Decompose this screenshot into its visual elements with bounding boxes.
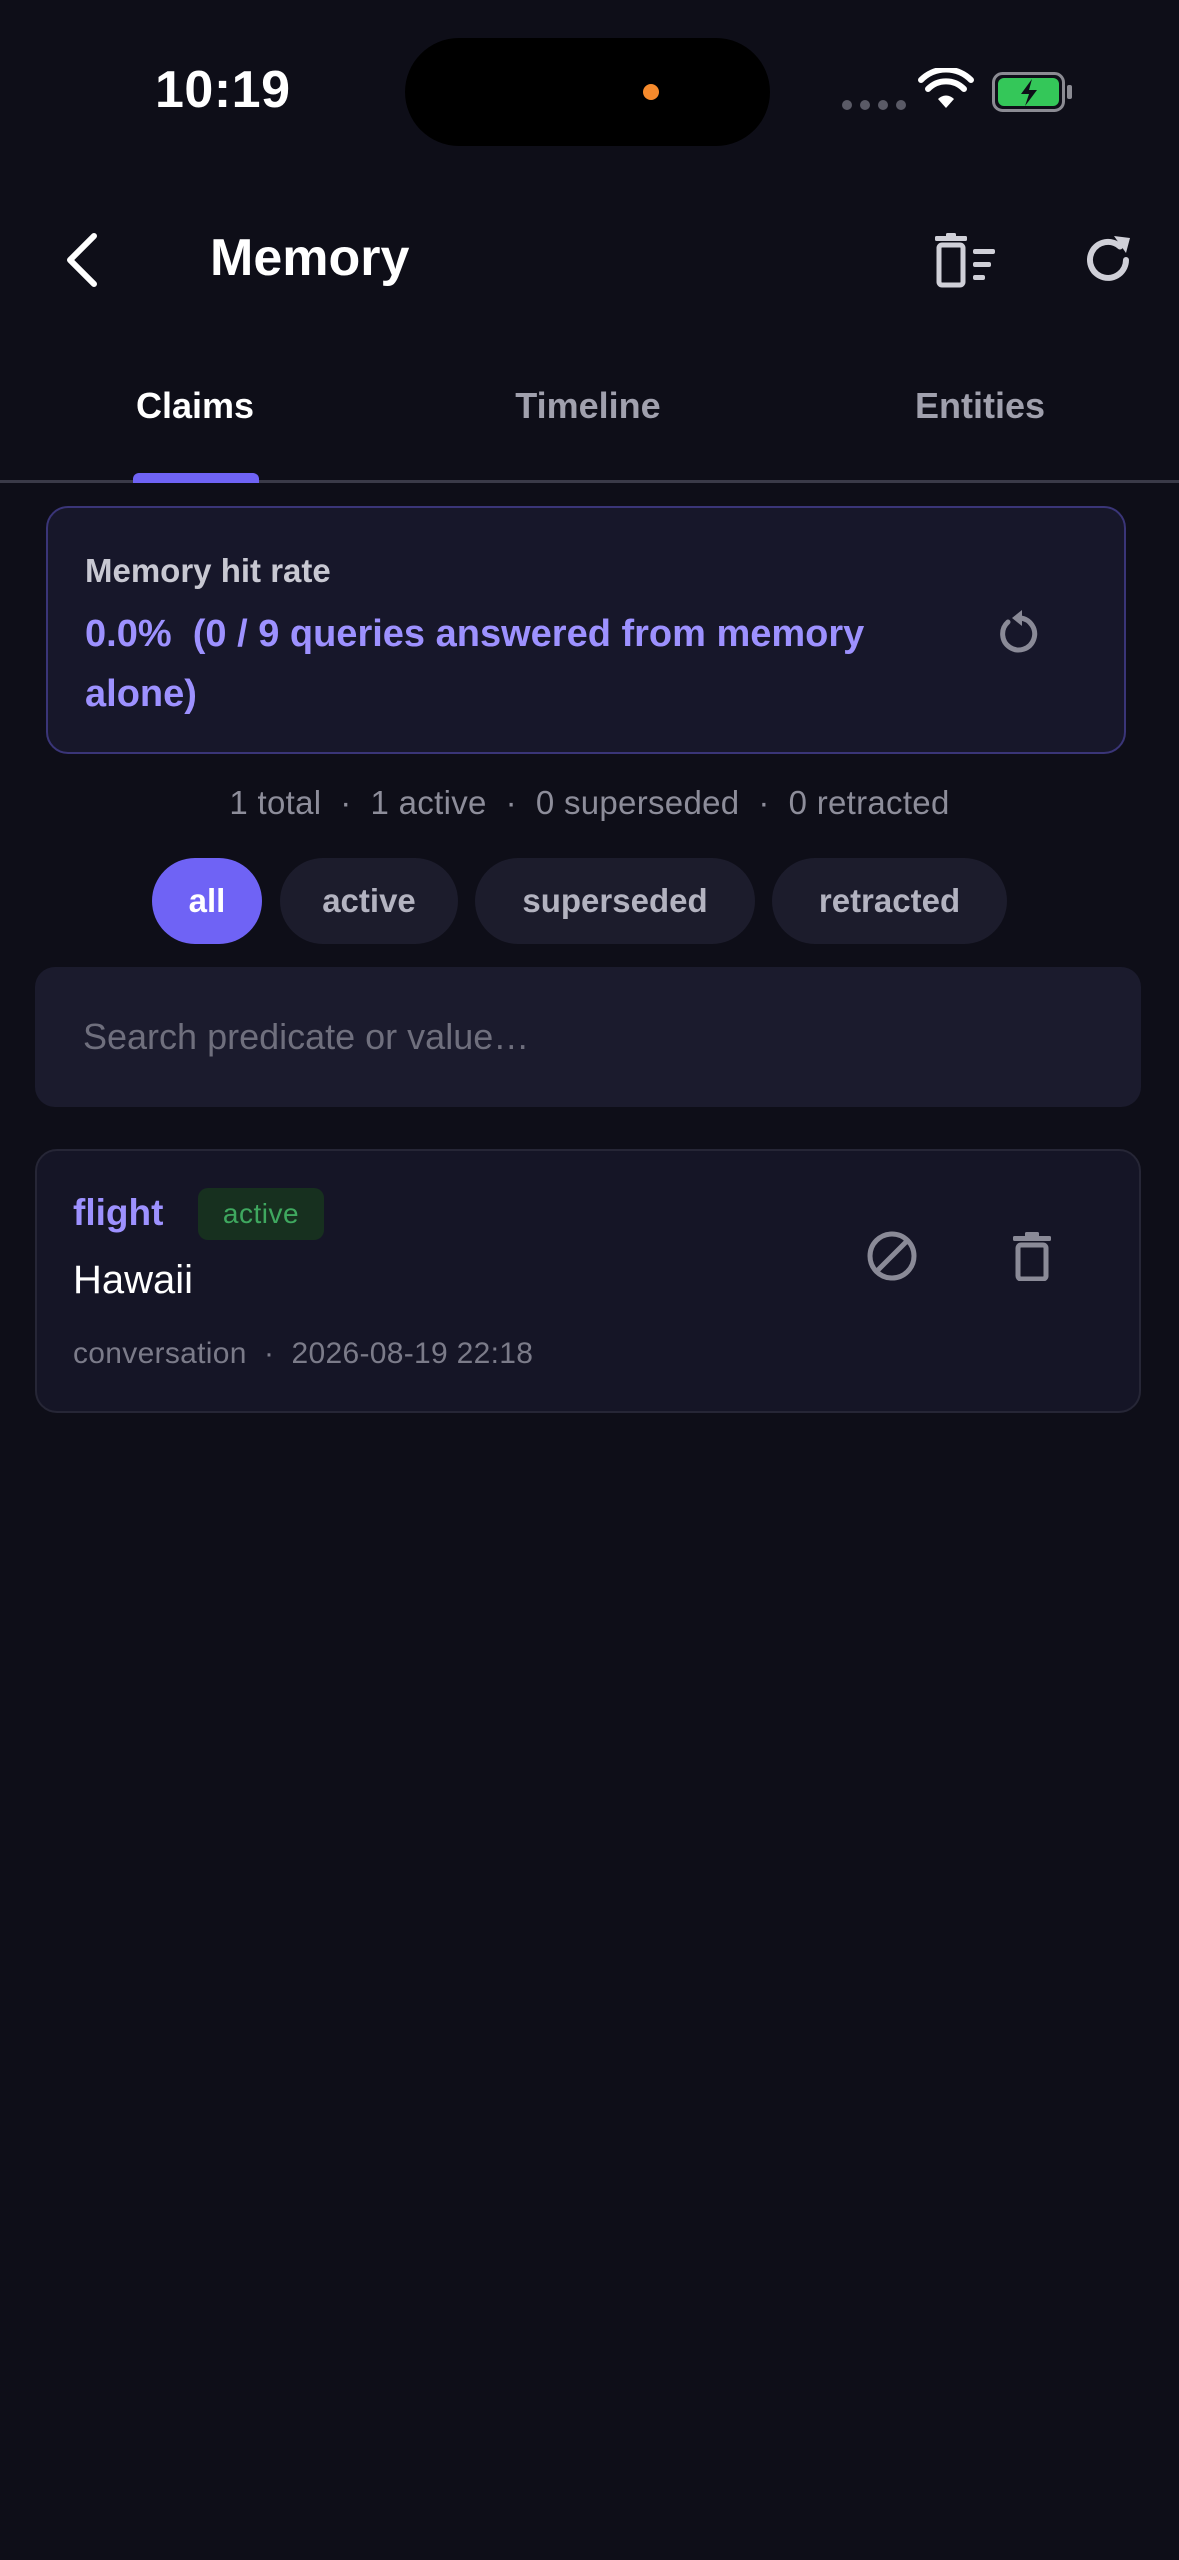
dynamic-island [405,38,770,146]
tab-claims[interactable]: Claims [95,385,295,445]
clear-memory-button[interactable] [925,225,1005,297]
refresh-icon [1087,236,1130,281]
back-button[interactable] [50,220,114,300]
page-title: Memory [210,229,410,287]
refresh-button[interactable] [1070,222,1146,298]
hit-rate-label: Memory hit rate [85,552,331,589]
claims-summary: 1 total · 1 active · 0 superseded · 0 re… [229,784,950,821]
filter-chip-superseded[interactable]: superseded [475,858,755,944]
battery-charging-icon [992,72,1072,112]
cellular-dots-icon [842,100,906,110]
active-tab-indicator [133,473,259,483]
filter-chip-active[interactable]: active [280,858,458,944]
search-input[interactable] [35,967,1141,1107]
claim-value: Hawaii [73,1258,194,1302]
claim-card[interactable] [35,1149,1141,1413]
hit-rate-value: 0.0% (0 / 9 queries answered from memory… [85,613,875,715]
status-badge: active [198,1188,324,1240]
delete-sweep-icon [935,233,995,288]
status-time: 10:19 [155,61,291,119]
block-icon [867,1231,917,1281]
delete-claim-button[interactable] [1004,1226,1060,1286]
tab-timeline[interactable]: Timeline [478,385,698,445]
retract-claim-button[interactable] [862,1226,922,1286]
reset-hit-rate-button[interactable] [990,604,1048,662]
privacy-indicator-dot [643,84,659,100]
filter-chip-retracted[interactable]: retracted [772,858,1007,944]
claim-meta: conversation · 2026-08-19 22:18 [73,1337,534,1370]
filter-chip-all[interactable]: all [152,858,262,944]
claim-predicate: flight [73,1192,164,1233]
tab-entities[interactable]: Entities [870,385,1090,445]
trash-icon [1013,1232,1051,1281]
wifi-icon [918,68,974,108]
reset-icon [1000,610,1038,653]
chevron-left-icon [67,233,97,287]
